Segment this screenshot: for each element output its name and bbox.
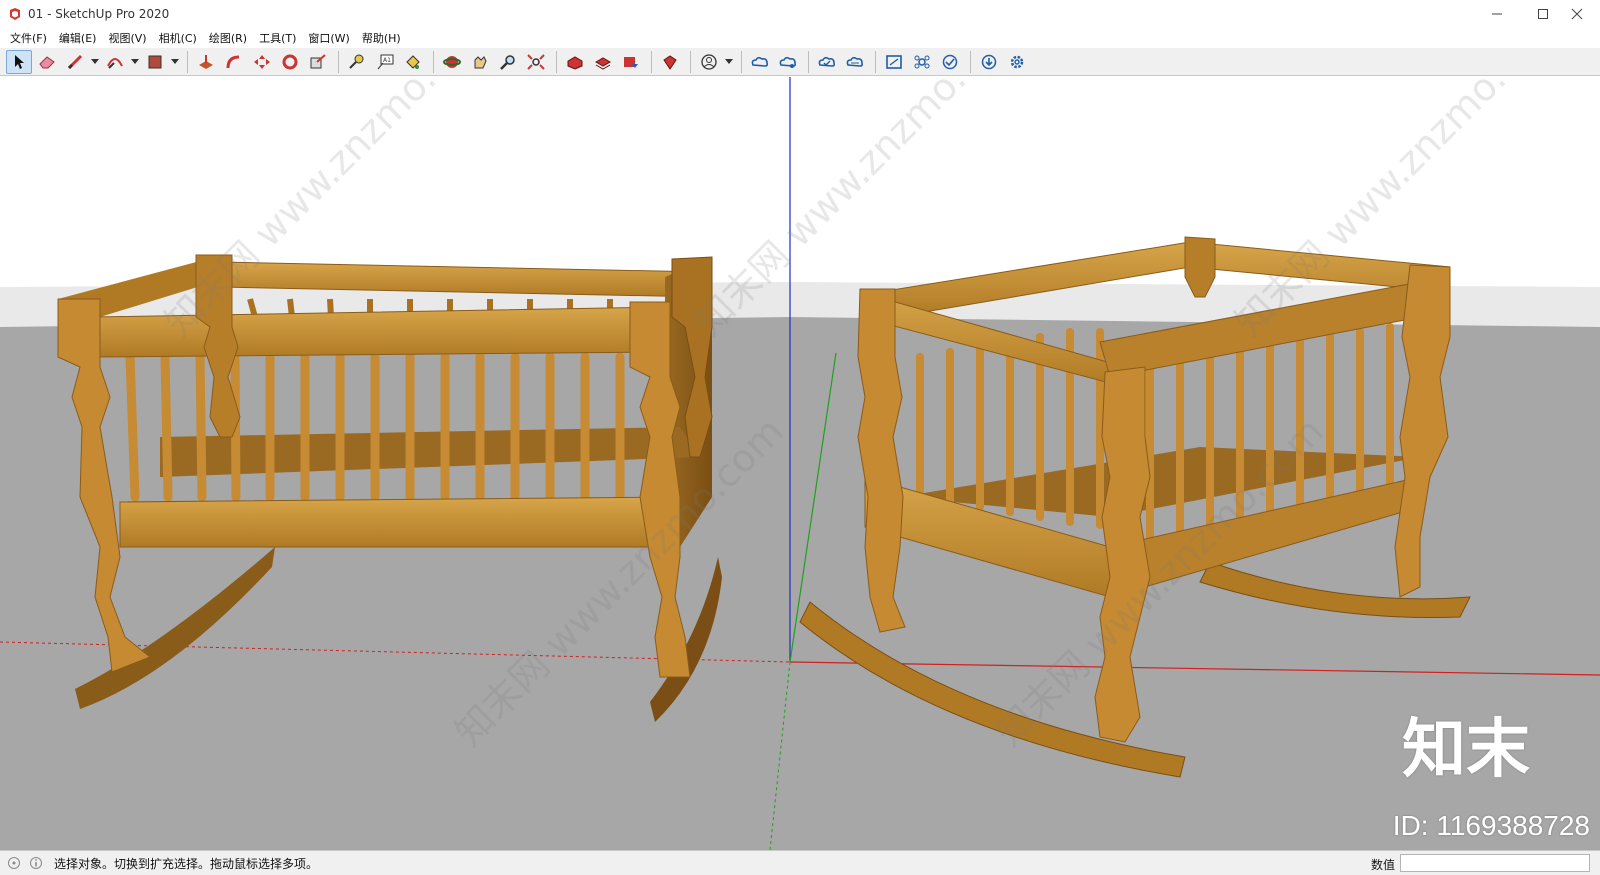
toolbar-separator xyxy=(970,50,971,73)
toolbar-separator xyxy=(338,50,339,73)
measurements-label: 数值 xyxy=(1370,858,1395,872)
toolbar-separator xyxy=(690,50,691,73)
model-info-icon[interactable] xyxy=(881,50,907,74)
status-bar: 选择对象。切换到扩充选择。拖动鼠标选择多项。 数值 xyxy=(0,850,1600,875)
info-icon[interactable] xyxy=(28,855,44,871)
arc-dropdown-icon[interactable] xyxy=(130,50,140,74)
menu-help[interactable]: 帮助(H) xyxy=(356,30,407,46)
menu-bar: 文件(F) 编辑(E) 视图(V) 相机(C) 绘图(R) 工具(T) 窗口(W… xyxy=(0,28,1600,48)
pan-tool-icon[interactable] xyxy=(467,50,493,74)
main-toolbar: A1 xyxy=(0,48,1600,76)
collaborate-icon[interactable] xyxy=(775,50,801,74)
arc-tool-icon[interactable] xyxy=(102,50,128,74)
zoom-tool-icon[interactable] xyxy=(495,50,521,74)
menu-draw[interactable]: 绘图(R) xyxy=(203,30,253,46)
toolbar-separator xyxy=(741,50,742,73)
toolbar-separator xyxy=(875,50,876,73)
pencil-tool-icon[interactable] xyxy=(62,50,88,74)
settings-icon[interactable] xyxy=(1004,50,1030,74)
front-spindles xyxy=(125,352,625,502)
download-icon[interactable] xyxy=(976,50,1002,74)
cloud-share-icon[interactable] xyxy=(842,50,868,74)
tape-measure-tool-icon[interactable] xyxy=(344,50,370,74)
menu-file[interactable]: 文件(F) xyxy=(4,30,53,46)
menu-edit[interactable]: 编辑(E) xyxy=(53,30,103,46)
account-dropdown-icon[interactable] xyxy=(724,50,734,74)
pencil-dropdown-icon[interactable] xyxy=(90,50,100,74)
front-bottom-rail xyxy=(119,496,681,548)
extension-warehouse-icon[interactable] xyxy=(590,50,616,74)
move-tool-icon[interactable] xyxy=(249,50,275,74)
status-text: 选择对象。切换到扩充选择。拖动鼠标选择多项。 xyxy=(54,856,319,871)
warehouse-icon[interactable] xyxy=(562,50,588,74)
brand-logo-text: 知末 xyxy=(1402,713,1530,787)
rectangle-tool-icon[interactable] xyxy=(142,50,168,74)
push-pull-tool-icon[interactable] xyxy=(193,50,219,74)
toolbar-separator xyxy=(187,50,188,73)
model-id-label: ID: 1169388728 xyxy=(1392,810,1590,841)
toolbar-separator xyxy=(433,50,434,73)
menu-tools[interactable]: 工具(T) xyxy=(253,30,302,46)
rectangle-dropdown-icon[interactable] xyxy=(170,50,180,74)
measurements-input[interactable] xyxy=(1400,854,1590,872)
model-viewport[interactable]: 知末网 www.znzmo.com 知末网 www.znzmo.com 知末网 … xyxy=(0,77,1600,850)
toolbar-separator xyxy=(651,50,652,73)
extension-manager-icon[interactable] xyxy=(657,50,683,74)
account-icon[interactable] xyxy=(696,50,722,74)
scale-tool-icon[interactable] xyxy=(305,50,331,74)
svg-text:A1: A1 xyxy=(383,57,391,64)
menu-camera[interactable]: 相机(C) xyxy=(153,30,203,46)
menu-window[interactable]: 窗口(W) xyxy=(302,30,355,46)
minimize-icon[interactable] xyxy=(1474,0,1520,28)
sketchup-logo-icon xyxy=(10,8,20,20)
zoom-extents-tool-icon[interactable] xyxy=(523,50,549,74)
components-icon[interactable] xyxy=(909,50,935,74)
geo-location-icon[interactable] xyxy=(6,855,22,871)
cloud-open-icon[interactable] xyxy=(814,50,840,74)
text-tool-icon[interactable]: A1 xyxy=(372,50,398,74)
close-icon[interactable] xyxy=(1554,0,1600,28)
window-title: 01 - SketchUp Pro 2020 xyxy=(28,7,170,21)
menu-view[interactable]: 视图(V) xyxy=(102,30,152,46)
toolbar-separator xyxy=(808,50,809,73)
follow-me-tool-icon[interactable] xyxy=(221,50,247,74)
toolbar-separator xyxy=(556,50,557,73)
trimble-connect-icon[interactable] xyxy=(747,50,773,74)
paint-bucket-tool-icon[interactable] xyxy=(400,50,426,74)
check-icon[interactable] xyxy=(937,50,963,74)
select-tool-icon[interactable] xyxy=(6,49,32,74)
rotate-tool-icon[interactable] xyxy=(277,50,303,74)
send-to-layout-icon[interactable] xyxy=(618,50,644,74)
title-bar: 01 - SketchUp Pro 2020 xyxy=(0,0,1600,28)
orbit-tool-icon[interactable] xyxy=(439,50,465,74)
eraser-tool-icon[interactable] xyxy=(34,50,60,74)
